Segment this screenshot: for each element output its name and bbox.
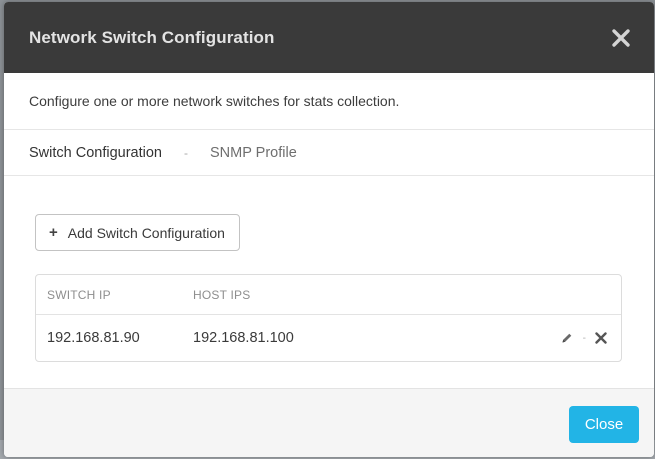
modal-title: Network Switch Configuration (29, 27, 275, 47)
close-icon[interactable] (610, 27, 632, 49)
modal-body: + Add Switch Configuration SWITCH IP HOS… (4, 176, 654, 387)
wizard-steps: Switch Configuration - SNMP Profile (4, 130, 654, 176)
close-button[interactable]: Close (569, 406, 639, 443)
row-actions: - (561, 332, 607, 344)
modal-description: Configure one or more network switches f… (4, 73, 654, 130)
step-snmp-profile[interactable]: SNMP Profile (210, 145, 297, 161)
pencil-icon[interactable] (561, 332, 573, 344)
plus-icon: + (49, 224, 58, 241)
delete-icon[interactable] (595, 332, 607, 344)
switch-table: SWITCH IP HOST IPS 192.168.81.90 192.168… (35, 274, 622, 362)
step-switch-configuration[interactable]: Switch Configuration (29, 145, 162, 161)
table-header: SWITCH IP HOST IPS (36, 275, 621, 315)
add-switch-configuration-button[interactable]: + Add Switch Configuration (35, 214, 240, 251)
step-separator: - (184, 145, 188, 160)
action-separator: - (582, 332, 586, 344)
add-button-label: Add Switch Configuration (67, 224, 225, 241)
header-host-ips: HOST IPS (193, 287, 251, 302)
network-switch-config-modal: Network Switch Configuration Configure o… (4, 2, 654, 457)
table-row: 192.168.81.90 192.168.81.100 - (36, 315, 621, 361)
modal-header: Network Switch Configuration (4, 2, 654, 73)
cell-host-ips: 192.168.81.100 (193, 330, 294, 346)
modal-footer: Close (4, 388, 654, 457)
cell-switch-ip: 192.168.81.90 (47, 330, 140, 346)
header-switch-ip: SWITCH IP (47, 287, 111, 302)
